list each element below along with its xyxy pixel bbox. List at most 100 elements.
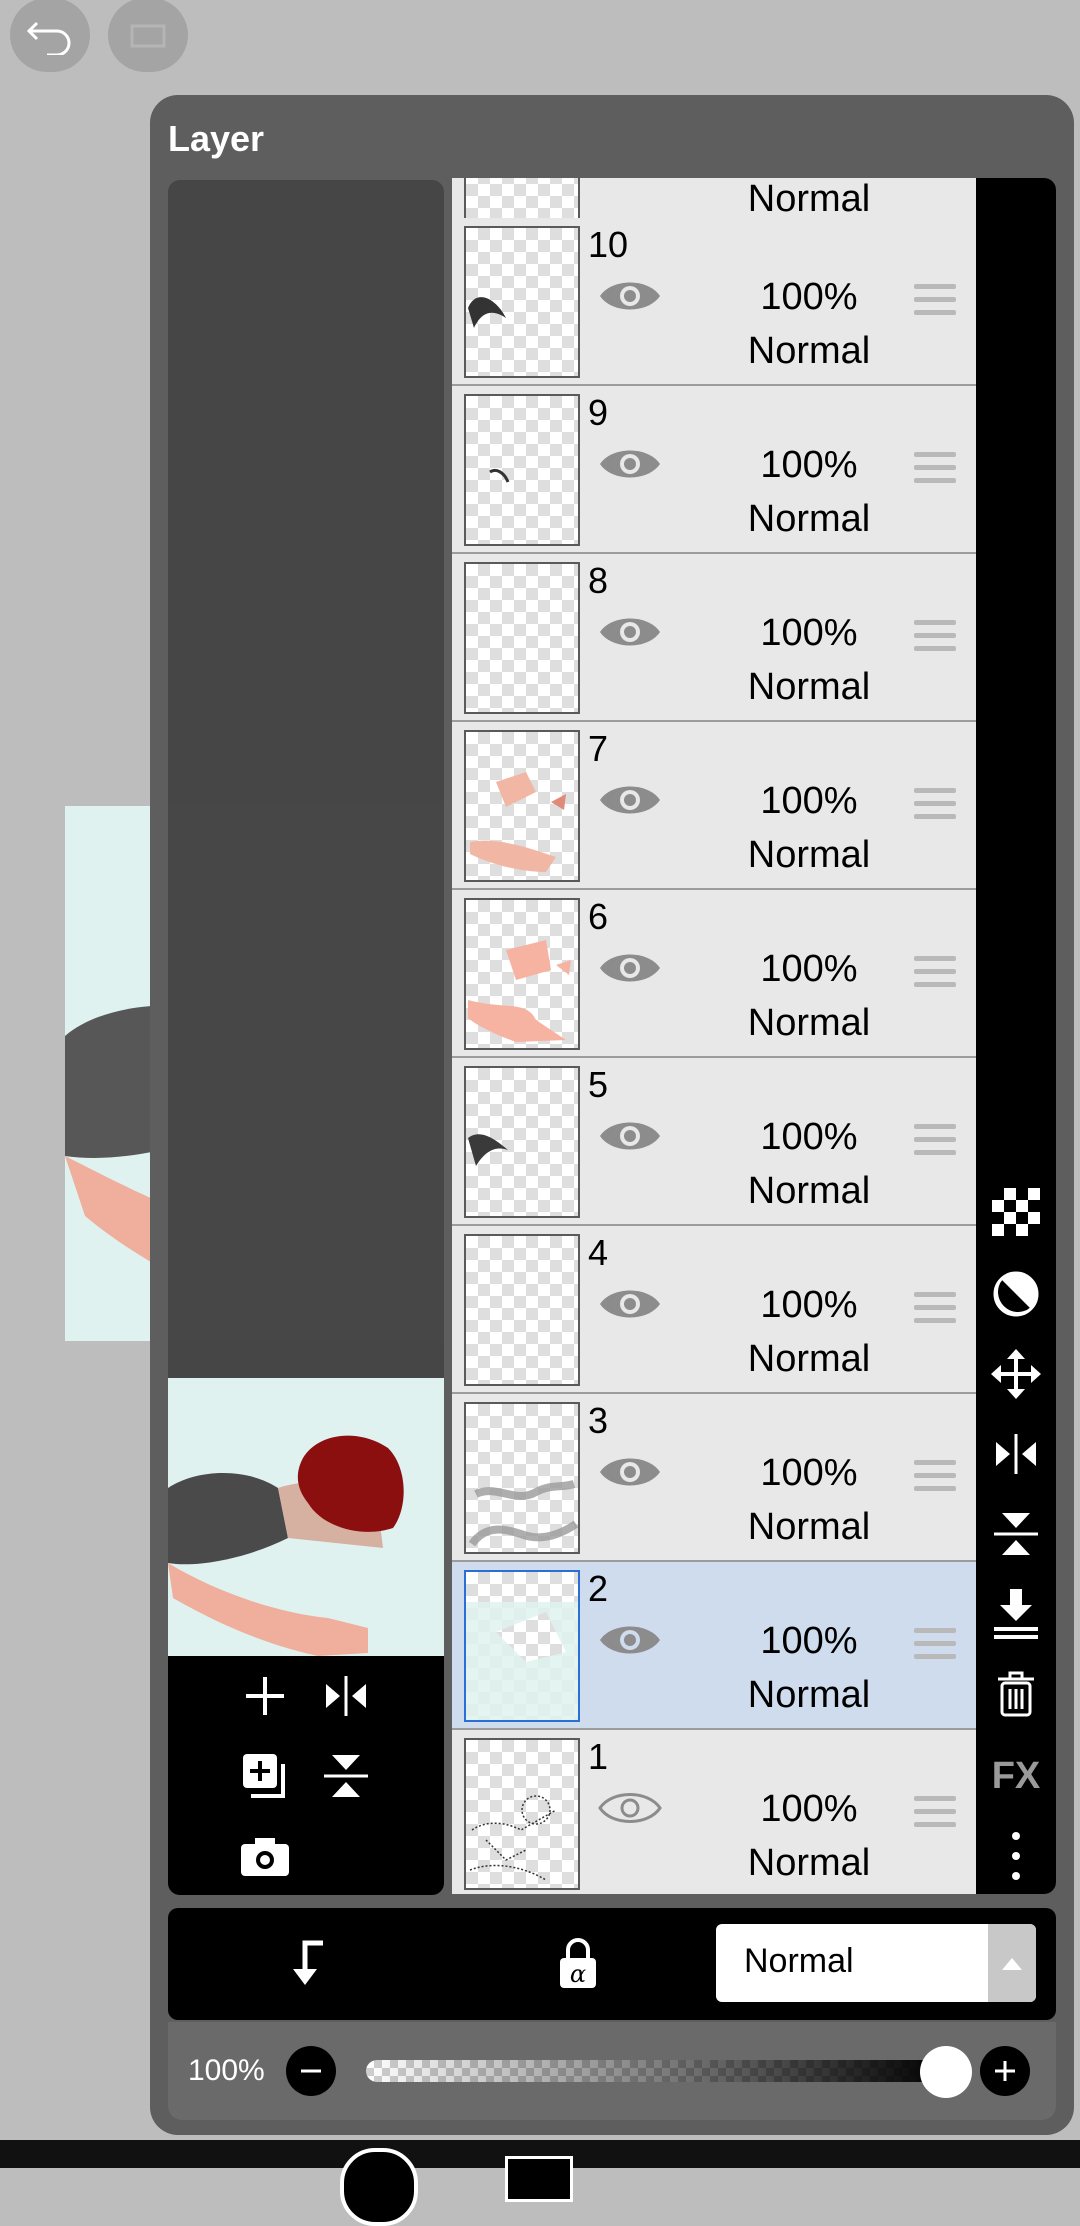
layer-button[interactable] xyxy=(505,2156,573,2202)
visibility-eye-off-icon[interactable] xyxy=(598,1786,662,1830)
visibility-eye-icon[interactable] xyxy=(598,1282,662,1326)
alpha-lock-button[interactable]: α xyxy=(548,1934,608,1994)
layer-row-5[interactable]: 5 100% Normal xyxy=(452,1058,976,1226)
layer-thumbnail xyxy=(464,730,580,882)
duplicate-layer-button[interactable] xyxy=(235,1746,295,1806)
merge-down-button[interactable] xyxy=(976,1584,1056,1644)
layer-number: 10 xyxy=(588,224,629,265)
drag-handle-icon[interactable] xyxy=(914,1796,956,1830)
plus-icon xyxy=(246,1677,284,1715)
delete-layer-button[interactable] xyxy=(976,1664,1056,1724)
drag-handle-icon[interactable] xyxy=(914,1628,956,1662)
layer-row-3[interactable]: 3 100% Normal xyxy=(452,1394,976,1562)
move-layer-button[interactable] xyxy=(976,1344,1056,1404)
flip-layer-vertical-button[interactable] xyxy=(976,1504,1056,1564)
flip-vertical-button[interactable] xyxy=(316,1746,376,1806)
layer-thumbnail xyxy=(464,1570,580,1722)
blend-mode-dropdown[interactable]: Normal xyxy=(716,1924,1036,2002)
visibility-eye-icon[interactable] xyxy=(598,442,662,486)
layer-row-9[interactable]: 9 100% Normal xyxy=(452,386,976,554)
layer-blend-mode: Normal xyxy=(747,834,871,876)
drag-handle-icon[interactable] xyxy=(914,1460,956,1494)
fx-button[interactable]: FX xyxy=(976,1746,1056,1806)
layer-opacity: 100% xyxy=(760,444,858,486)
layer-list[interactable]: Normal 10 100% Normal 9 100% Normal 8 10… xyxy=(452,178,976,1894)
drag-handle-icon[interactable] xyxy=(914,788,956,822)
canvas-preview-overlay xyxy=(168,806,444,1341)
camera-icon xyxy=(241,1838,289,1876)
visibility-eye-icon[interactable] xyxy=(598,274,662,318)
layer-row-2[interactable]: 2 100% Normal xyxy=(452,1562,976,1730)
drag-handle-icon[interactable] xyxy=(914,1124,956,1158)
opacity-decrease-button[interactable] xyxy=(286,2046,336,2096)
layer-opacity: 100% xyxy=(760,612,858,654)
visibility-eye-icon[interactable] xyxy=(598,610,662,654)
drag-handle-icon[interactable] xyxy=(914,956,956,990)
layer-action-toolbar xyxy=(168,1656,444,1895)
move-arrows-icon xyxy=(991,1349,1041,1399)
visibility-eye-icon[interactable] xyxy=(598,778,662,822)
opacity-slider[interactable] xyxy=(366,2060,946,2082)
undo-button[interactable] xyxy=(10,0,90,72)
layer-row-6[interactable]: 6 100% Normal xyxy=(452,890,976,1058)
layer-row-4[interactable]: 4 100% Normal xyxy=(452,1226,976,1394)
visibility-eye-icon[interactable] xyxy=(598,1450,662,1494)
layer-number: 9 xyxy=(588,392,609,433)
opacity-slider-knob[interactable] xyxy=(920,2046,972,2098)
clip-arrow-icon xyxy=(293,1940,323,1985)
layer-number: 5 xyxy=(588,1064,609,1105)
visibility-eye-icon[interactable] xyxy=(598,1114,662,1158)
chevron-up-icon xyxy=(988,1924,1036,2002)
layer-number: 7 xyxy=(588,728,609,769)
flip-vertical-icon xyxy=(324,1755,368,1797)
layer-blend-mode: Normal xyxy=(747,1170,871,1212)
panel-title: Layer xyxy=(168,118,265,159)
flip-horizontal-icon xyxy=(996,1434,1036,1474)
layer-thumbnail xyxy=(464,898,580,1050)
flip-layer-horizontal-button[interactable] xyxy=(976,1424,1056,1484)
layer-thumbnail xyxy=(464,562,580,714)
layer-blend-mode: Normal xyxy=(747,1674,871,1716)
transparency-button[interactable] xyxy=(976,1182,1056,1242)
layer-blend-mode: Normal xyxy=(747,330,871,372)
layer-blend-mode: Normal xyxy=(747,178,871,220)
layer-number: 1 xyxy=(588,1736,609,1777)
layer-number: 4 xyxy=(588,1232,609,1273)
clip-to-layer-button[interactable] xyxy=(275,1934,335,1994)
svg-text:α: α xyxy=(570,1960,586,1988)
color-swatch[interactable] xyxy=(340,2148,418,2226)
drag-handle-icon[interactable] xyxy=(914,1292,956,1326)
redo-button[interactable] xyxy=(108,0,188,72)
layer-blend-mode: Normal xyxy=(747,1506,871,1548)
drag-handle-icon[interactable] xyxy=(914,620,956,654)
layer-row-10[interactable]: 10 100% Normal xyxy=(452,218,976,386)
camera-button[interactable] xyxy=(235,1826,295,1886)
more-options-button[interactable] xyxy=(976,1826,1056,1886)
undo-icon xyxy=(27,21,71,55)
plus-icon xyxy=(995,2061,1015,2081)
layer-blend-mode: Normal xyxy=(747,1338,871,1380)
visibility-eye-icon[interactable] xyxy=(598,946,662,990)
more-vertical-icon xyxy=(1012,1832,1020,1880)
layer-opacity: 100% xyxy=(760,276,858,318)
layer-row-8[interactable]: 8 100% Normal xyxy=(452,554,976,722)
layer-thumbnail xyxy=(464,394,580,546)
layer-number: 2 xyxy=(588,1568,609,1609)
drag-handle-icon[interactable] xyxy=(914,284,956,318)
drag-handle-icon[interactable] xyxy=(914,452,956,486)
layer-row-1[interactable]: 1 100% Normal xyxy=(452,1730,976,1894)
layer-number: 3 xyxy=(588,1400,609,1441)
clipping-button[interactable] xyxy=(976,1264,1056,1324)
layer-opacity: 100% xyxy=(760,1284,858,1326)
flip-horizontal-button[interactable] xyxy=(316,1666,376,1726)
add-layer-button[interactable] xyxy=(235,1666,295,1726)
merge-down-icon xyxy=(994,1589,1038,1639)
menu-icon xyxy=(130,24,166,48)
layer-thumbnail xyxy=(464,1738,580,1890)
half-circle-icon xyxy=(993,1271,1039,1317)
blend-mode-value: Normal xyxy=(744,1942,854,1980)
opacity-increase-button[interactable] xyxy=(980,2046,1030,2096)
trash-icon xyxy=(998,1671,1034,1717)
layer-row-7[interactable]: 7 100% Normal xyxy=(452,722,976,890)
visibility-eye-icon[interactable] xyxy=(598,1618,662,1662)
